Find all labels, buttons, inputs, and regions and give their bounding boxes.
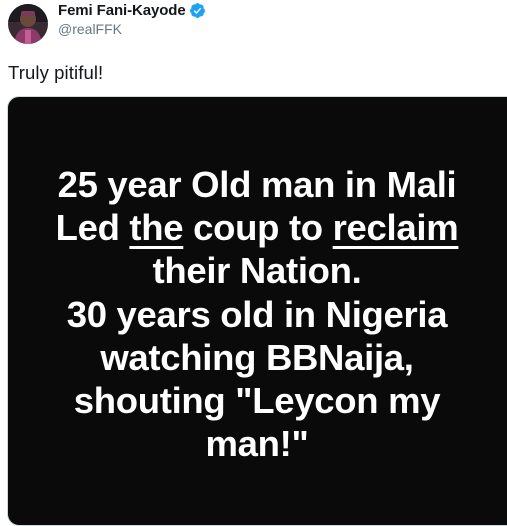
image-text-segment: shouting "Leycon my — [73, 380, 441, 422]
tweet-media-image[interactable]: 25 year Old man in Mali Led the coup to r… — [7, 96, 507, 526]
image-text-segment: the — [129, 207, 184, 249]
image-text-segment: man!" — [205, 423, 309, 465]
image-text-line: Led the coup to reclaim — [8, 206, 506, 249]
image-text-segment: their Nation. — [152, 250, 362, 292]
image-text-segment: watching BBNaija, — [100, 336, 414, 378]
image-text-line: watching BBNaija, — [8, 336, 506, 379]
display-name-row: Femi Fani-Kayode — [58, 0, 206, 20]
image-text-segment: Led — [55, 207, 130, 249]
verified-badge-icon — [189, 2, 206, 19]
image-text-line: 25 year Old man in Mali — [8, 163, 506, 206]
image-text-segment: 30 years old in Nigeria — [66, 293, 448, 335]
author-display-name[interactable]: Femi Fani-Kayode — [58, 2, 186, 19]
avatar[interactable] — [8, 4, 48, 44]
profile-photo — [8, 4, 48, 44]
image-text: 25 year Old man in Mali Led the coup to r… — [8, 163, 506, 465]
image-text-segment: coup to — [183, 207, 333, 249]
author-names: Femi Fani-Kayode @realFFK — [58, 0, 206, 38]
image-text-line: shouting "Leycon my — [8, 379, 506, 422]
image-text-segment: 25 year Old man in Mali — [57, 164, 457, 205]
image-text-line: 30 years old in Nigeria — [8, 293, 506, 336]
author-handle[interactable]: @realFFK — [58, 20, 206, 38]
image-text-line: man!" — [8, 422, 506, 465]
image-text-segment: reclaim — [332, 207, 459, 249]
tweet-header: Femi Fani-Kayode @realFFK — [8, 1, 206, 47]
tweet-text: Truly pitiful! — [8, 62, 104, 83]
image-text-line: their Nation. — [8, 249, 506, 292]
